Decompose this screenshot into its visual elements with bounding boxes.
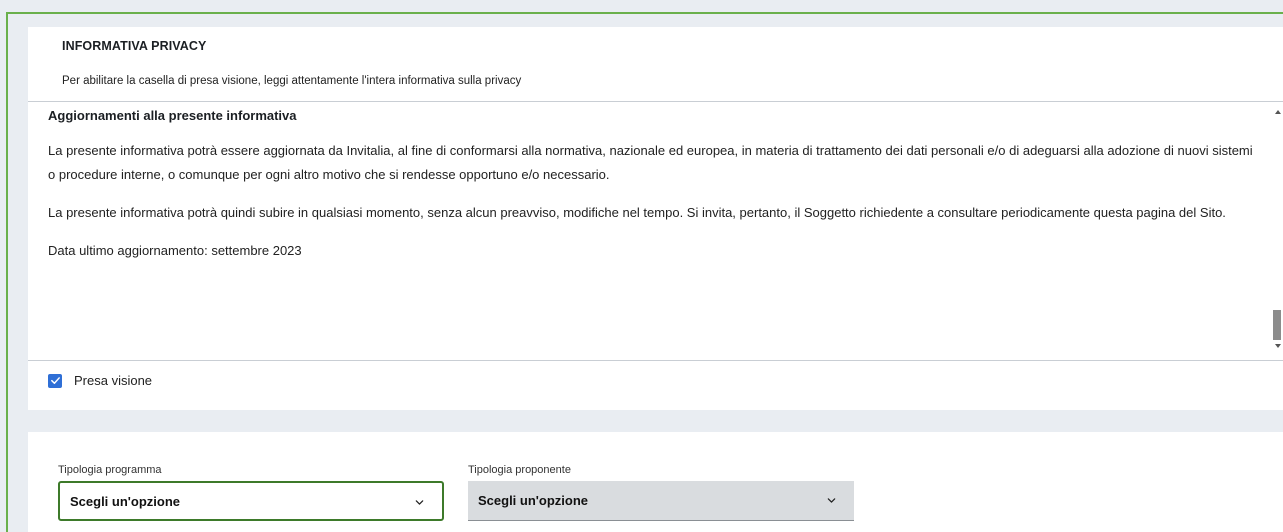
scrollbar-thumb[interactable] [1273,310,1281,340]
privacy-text-scroll-area[interactable]: Aggiornamenti alla presente informativa … [28,101,1283,361]
privacy-text-content: Aggiornamenti alla presente informativa … [48,108,1258,277]
tipologia-proponente-value: Scegli un'opzione [478,493,588,508]
scroll-down-arrow-icon[interactable] [1275,344,1281,348]
privacy-card: INFORMATIVA PRIVACY Per abilitare la cas… [28,27,1283,410]
chevron-down-icon [827,498,836,503]
presa-visione-label: Presa visione [74,373,153,388]
last-update-text: Data ultimo aggiornamento: settembre 202… [48,243,302,258]
tipologia-programma-select[interactable]: Scegli un'opzione [58,481,444,521]
privacy-paragraph: La presente informativa potrà quindi sub… [48,205,1226,220]
tipologia-proponente-label: Tipologia proponente [468,464,571,476]
privacy-instructions: Per abilitare la casella di presa vision… [62,75,522,87]
consent-row[interactable]: Presa visione [48,373,152,388]
tipologia-proponente-select[interactable]: Scegli un'opzione [468,481,854,521]
scroll-up-arrow-icon[interactable] [1275,110,1281,114]
tipologia-programma-label: Tipologia programma [58,464,162,476]
tipologia-proponente-field: Tipologia proponente Scegli un'opzione [468,464,854,521]
tipologia-programma-value: Scegli un'opzione [70,493,180,509]
privacy-paragraph: La presente informativa potrà essere agg… [48,143,1253,182]
chevron-down-icon [415,500,424,505]
presa-visione-checkbox[interactable] [48,373,62,388]
tipologia-programma-field: Tipologia programma Scegli un'opzione [58,464,444,521]
filters-card: Tipologia programma Scegli un'opzione Ti… [28,432,1283,532]
vertical-scrollbar[interactable] [1271,102,1283,360]
section-heading: Aggiornamenti alla presente informativa [48,108,297,123]
privacy-title: INFORMATIVA PRIVACY [62,39,207,53]
check-icon [50,377,60,384]
